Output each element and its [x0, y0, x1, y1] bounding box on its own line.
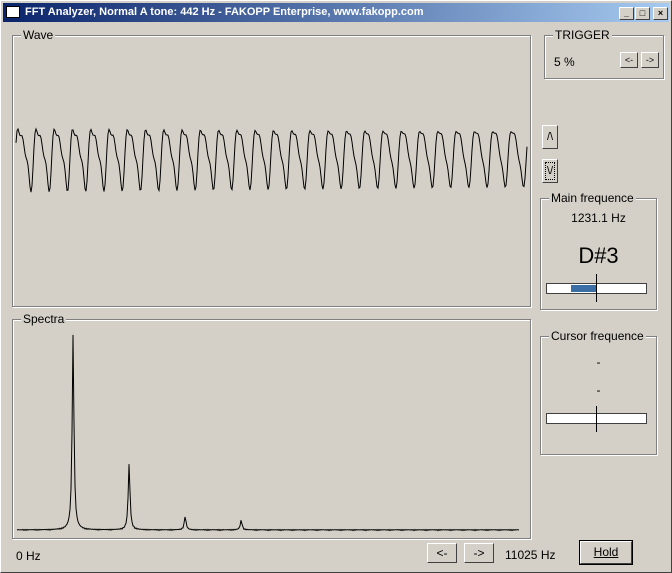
- scroll-left-button[interactable]: <-: [427, 543, 457, 563]
- close-button[interactable]: ×: [653, 7, 668, 20]
- cursor-tuning-needle: [596, 406, 597, 432]
- max-frequency-label: 11025 Hz: [505, 548, 556, 562]
- spectrum-line: [16, 334, 520, 532]
- rising-edge-button[interactable]: /\: [542, 125, 558, 149]
- main-note: D#3: [578, 243, 619, 268]
- trigger-increase-button[interactable]: ->: [641, 52, 659, 68]
- spectra-panel: Spectra: [12, 312, 531, 539]
- cursor-frequence-panel: Cursor frequence - -: [540, 329, 657, 455]
- wave-line: [15, 127, 528, 193]
- trigger-decrease-button[interactable]: <-: [620, 52, 638, 68]
- main-frequence-panel: Main frequence 1231.1 Hz D#3: [540, 191, 657, 310]
- cursor-frequency-value: -: [596, 355, 601, 369]
- cursor-note: -: [596, 383, 601, 397]
- wave-panel: Wave: [12, 28, 531, 307]
- main-tuning-meter: [546, 274, 647, 302]
- app-window: FFT Analyzer, Normal A tone: 442 Hz - FA…: [0, 0, 672, 573]
- hold-button[interactable]: Hold: [579, 540, 633, 565]
- scroll-right-button[interactable]: ->: [464, 543, 494, 563]
- min-frequency-label: 0 Hz: [16, 549, 41, 563]
- maximize-button[interactable]: □: [635, 7, 650, 20]
- app-icon: [6, 6, 20, 18]
- main-frequence-label: Main frequence: [549, 191, 636, 205]
- main-frequency-value: 1231.1 Hz: [571, 211, 626, 225]
- title-bar[interactable]: FFT Analyzer, Normal A tone: 442 Hz - FA…: [3, 3, 669, 22]
- main-tuning-fill: [570, 285, 596, 292]
- window-title: FFT Analyzer, Normal A tone: 442 Hz - FA…: [25, 6, 424, 18]
- falling-edge-button[interactable]: \/: [542, 159, 558, 183]
- trigger-panel: TRIGGER 5 % <- ->: [544, 28, 664, 79]
- wave-plot[interactable]: [13, 36, 530, 306]
- main-tuning-needle: [596, 274, 597, 302]
- trigger-label: TRIGGER: [553, 28, 612, 42]
- cursor-frequence-label: Cursor frequence: [549, 329, 646, 343]
- cursor-tuning-meter: [546, 406, 647, 432]
- minimize-button[interactable]: _: [619, 7, 634, 20]
- trigger-value: 5 %: [554, 55, 575, 69]
- spectra-plot[interactable]: [13, 320, 530, 538]
